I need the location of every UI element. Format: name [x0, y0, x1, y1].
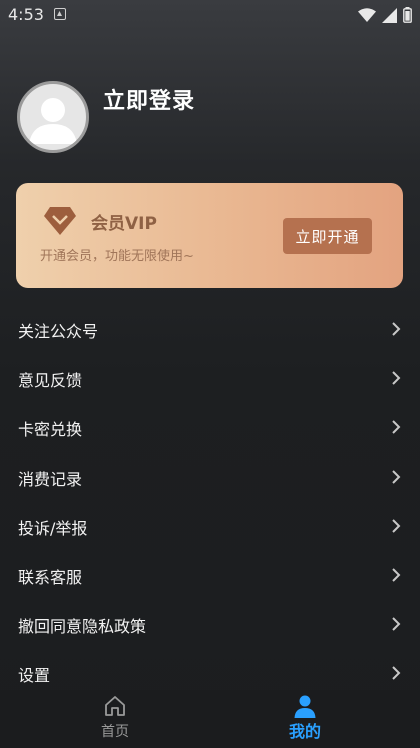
chevron-right-icon	[392, 666, 401, 681]
home-icon	[105, 696, 125, 716]
tab-mine-label: 我的	[288, 722, 321, 741]
menu-item-revoke-privacy[interactable]: 撤回同意隐私政策	[0, 600, 420, 649]
chevron-right-icon	[392, 617, 401, 631]
open-vip-button[interactable]: 立即开通	[283, 218, 372, 254]
tab-home-label: 首页	[101, 724, 129, 740]
vip-card[interactable]: 会员VIP 开通会员，功能无限使用~ 立即开通	[16, 183, 403, 288]
vip-subtitle: 开通会员，功能无限使用~	[40, 249, 194, 264]
chevron-right-icon	[392, 322, 401, 336]
menu-item-label: 联系客服	[18, 567, 83, 587]
user-icon	[294, 695, 316, 718]
bottom-tab-bar: 首页 我的	[0, 690, 420, 748]
tab-home[interactable]: 首页	[55, 690, 175, 748]
status-bar: 4:53	[0, 0, 420, 30]
status-icons	[358, 6, 412, 24]
menu-item-label: 设置	[18, 666, 51, 686]
chevron-right-icon	[392, 469, 401, 484]
battery-icon	[403, 7, 412, 23]
diamond-icon	[44, 207, 76, 235]
avatar[interactable]	[17, 81, 89, 153]
menu-item-feedback[interactable]: 意见反馈	[0, 354, 420, 403]
default-avatar-icon	[29, 98, 77, 144]
menu-item-label: 卡密兑换	[18, 420, 83, 440]
notification-icon	[54, 8, 66, 20]
menu-item-label: 消费记录	[18, 469, 83, 489]
login-button[interactable]: 立即登录	[103, 83, 195, 115]
menu-item-label: 关注公众号	[18, 322, 99, 341]
status-time: 4:53	[8, 5, 44, 24]
menu-item-label: 意见反馈	[18, 371, 83, 391]
chevron-right-icon	[392, 519, 401, 533]
profile-header[interactable]: 立即登录	[17, 81, 317, 153]
vip-title: 会员VIP	[91, 214, 157, 234]
signal-icon	[382, 7, 397, 23]
menu-item-customer-service[interactable]: 联系客服	[0, 551, 420, 600]
chevron-right-icon	[392, 420, 401, 435]
menu-item-label: 投诉/举报	[18, 518, 88, 538]
menu-item-report[interactable]: 投诉/举报	[0, 502, 420, 551]
menu-item-purchase-history[interactable]: 消费记录	[0, 453, 420, 502]
menu-item-label: 撤回同意隐私政策	[18, 617, 147, 637]
settings-menu: 关注公众号 意见反馈 卡密兑换 消费记录 投诉/举报 联系客服 撤回同意隐私政策…	[0, 305, 420, 699]
wifi-icon	[358, 8, 376, 22]
menu-item-follow-account[interactable]: 关注公众号	[0, 305, 420, 354]
menu-item-redeem-code[interactable]: 卡密兑换	[0, 403, 420, 452]
chevron-right-icon	[392, 371, 401, 385]
tab-mine[interactable]: 我的	[245, 690, 365, 748]
chevron-right-icon	[392, 568, 401, 582]
